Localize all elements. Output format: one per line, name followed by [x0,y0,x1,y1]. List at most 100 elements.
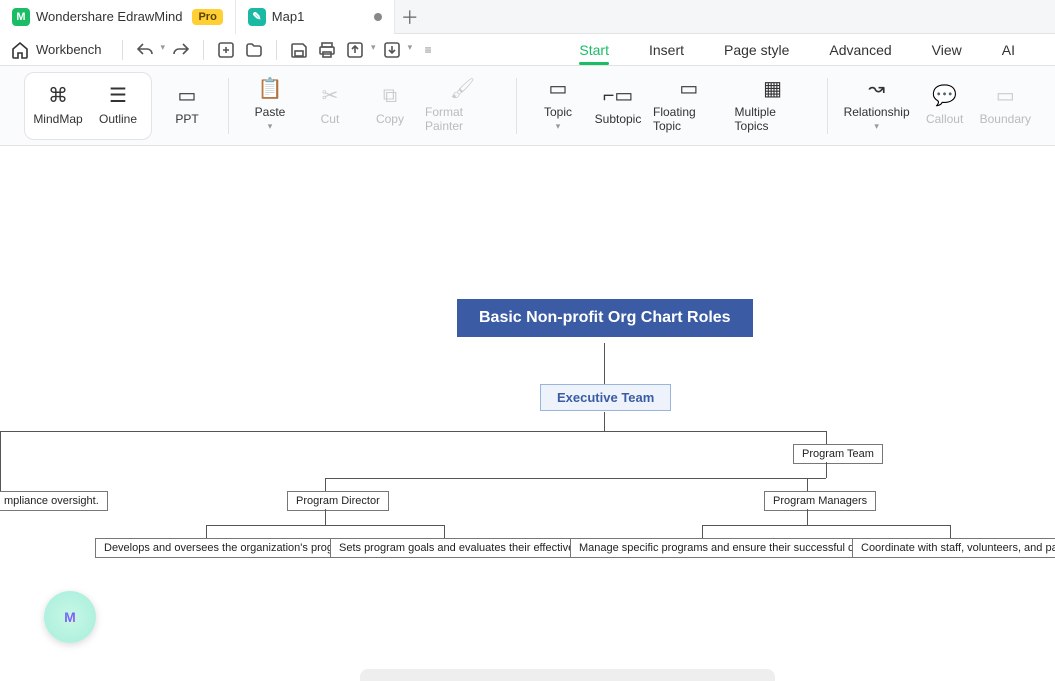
topic-group: ▭ Topic ▾ ⌐▭ Subtopic ▭ Floating Topic ▦… [523,73,821,139]
mindmap-view-button[interactable]: ⌘ MindMap [28,76,88,136]
doc-name-label: Map1 [272,9,305,24]
callout-button[interactable]: 💬 Callout [920,73,970,139]
more-quick-button[interactable]: ≡ [416,38,440,62]
outline-view-button[interactable]: ☰ Outline [88,76,148,136]
node-executive-team[interactable]: Executive Team [540,384,671,411]
connector [807,478,808,491]
connector [950,525,951,538]
multiple-topics-icon: ▦ [763,79,782,99]
multiple-topics-label: Multiple Topics [735,105,811,133]
node-pm-leaf1[interactable]: Manage specific programs and ensure thei… [570,538,897,558]
subtopic-button[interactable]: ⌐▭ Subtopic [593,73,643,139]
mindmap-label: MindMap [33,112,82,126]
multiple-topics-button[interactable]: ▦ Multiple Topics [735,73,811,139]
subtopic-icon: ⌐▭ [603,86,634,106]
cut-button[interactable]: ✂ Cut [305,73,355,139]
relationship-button[interactable]: ↝ Relationship ▾ [844,73,910,139]
topic-button[interactable]: ▭ Topic ▾ [533,73,583,139]
divider [122,40,123,60]
paste-button[interactable]: 📋 Paste ▾ [245,73,295,139]
outline-label: Outline [99,112,137,126]
connector [0,431,826,432]
home-icon [10,40,30,60]
workbench-button[interactable]: Workbench [10,40,102,60]
boundary-icon: ▭ [996,86,1015,106]
node-compliance-fragment[interactable]: mpliance oversight. [0,491,108,511]
connector [0,431,1,491]
copy-label: Copy [376,112,404,126]
divider [276,40,277,60]
export-button[interactable] [343,38,367,62]
node-pm-leaf2[interactable]: Coordinate with staff, volunteers, and p… [852,538,1055,558]
new-file-button[interactable] [214,38,238,62]
ppt-label: PPT [175,112,198,126]
relations-group: ↝ Relationship ▾ 💬 Callout ▭ Boundary [834,73,1041,139]
export-caret-icon[interactable]: ▾ [371,42,376,53]
boundary-label: Boundary [980,112,1031,126]
ribbon-sep [827,78,828,134]
save-icon [289,40,309,60]
mindmap-canvas[interactable]: Basic Non-profit Org Chart Roles Executi… [0,146,1055,681]
view-toggle: ⌘ MindMap ☰ Outline [24,72,152,140]
paste-icon: 📋 [258,79,283,99]
callout-icon: 💬 [932,86,957,106]
app-logo-icon: M [12,8,30,26]
undo-icon [135,40,155,60]
tab-page-style[interactable]: Page style [724,36,789,64]
floating-topic-button[interactable]: ▭ Floating Topic [653,73,725,139]
ribbon-toolbar: ⌘ MindMap ☰ Outline ▭ PPT 📋 Paste ▾ ✂ Cu… [0,66,1055,146]
brush-icon: 🖌 [450,79,475,99]
print-button[interactable] [315,38,339,62]
connector [702,525,703,538]
ppt-view-button[interactable]: ▭ PPT [162,73,212,139]
new-file-icon [216,40,236,60]
callout-label: Callout [926,112,963,126]
connector [604,343,605,384]
tab-insert[interactable]: Insert [649,36,684,64]
ribbon-sep [228,78,229,134]
connector [807,509,808,525]
format-painter-button[interactable]: 🖌 Format Painter [425,73,500,139]
undo-button[interactable] [133,38,157,62]
menu-tabs: Start Insert Page style Advanced View AI [579,36,1045,64]
node-program-team[interactable]: Program Team [793,444,883,464]
quick-access-bar: Workbench ▾ ▾ ▾ ≡ Start Insert Page styl… [0,34,1055,66]
copy-button[interactable]: ⧉ Copy [365,73,415,139]
tab-advanced[interactable]: Advanced [829,36,891,64]
redo-button[interactable] [169,38,193,62]
node-program-director[interactable]: Program Director [287,491,389,511]
node-pd-leaf2[interactable]: Sets program goals and evaluates their e… [330,538,610,558]
doc-tab[interactable]: ✎ Map1 [235,0,395,34]
save-button[interactable] [287,38,311,62]
tab-view[interactable]: View [932,36,962,64]
format-painter-label: Format Painter [425,105,500,133]
floating-topic-label: Floating Topic [653,105,725,133]
node-root[interactable]: Basic Non-profit Org Chart Roles [457,299,753,337]
unsaved-dot-icon [374,13,382,21]
ppt-icon: ▭ [178,86,197,106]
node-program-managers[interactable]: Program Managers [764,491,876,511]
app-tab-main[interactable]: M Wondershare EdrawMind Pro [0,0,235,34]
boundary-button[interactable]: ▭ Boundary [980,73,1031,139]
import-button[interactable] [380,38,404,62]
app-name-label: Wondershare EdrawMind [36,9,182,24]
title-tabs-row: M Wondershare EdrawMind Pro ✎ Map1 ＋ [0,0,1055,34]
connector [325,509,326,525]
tab-start[interactable]: Start [579,36,609,64]
new-tab-button[interactable]: ＋ [395,2,425,32]
node-pd-leaf1[interactable]: Develops and oversees the organization's… [95,538,369,558]
connector [206,525,444,526]
floating-topic-icon: ▭ [679,79,698,99]
import-icon [382,40,402,60]
undo-dropdown-caret[interactable]: ▾ [161,42,166,53]
redo-icon [171,40,191,60]
open-file-button[interactable] [242,38,266,62]
connector [325,478,826,479]
copy-icon: ⧉ [383,86,397,106]
import-caret-icon[interactable]: ▾ [408,42,413,53]
ai-assistant-fab[interactable]: M [44,591,96,643]
tab-ai[interactable]: AI [1002,36,1015,64]
paste-caret-icon: ▾ [268,121,273,132]
bottom-panel-handle[interactable] [360,669,775,681]
topic-caret-icon: ▾ [556,121,561,132]
